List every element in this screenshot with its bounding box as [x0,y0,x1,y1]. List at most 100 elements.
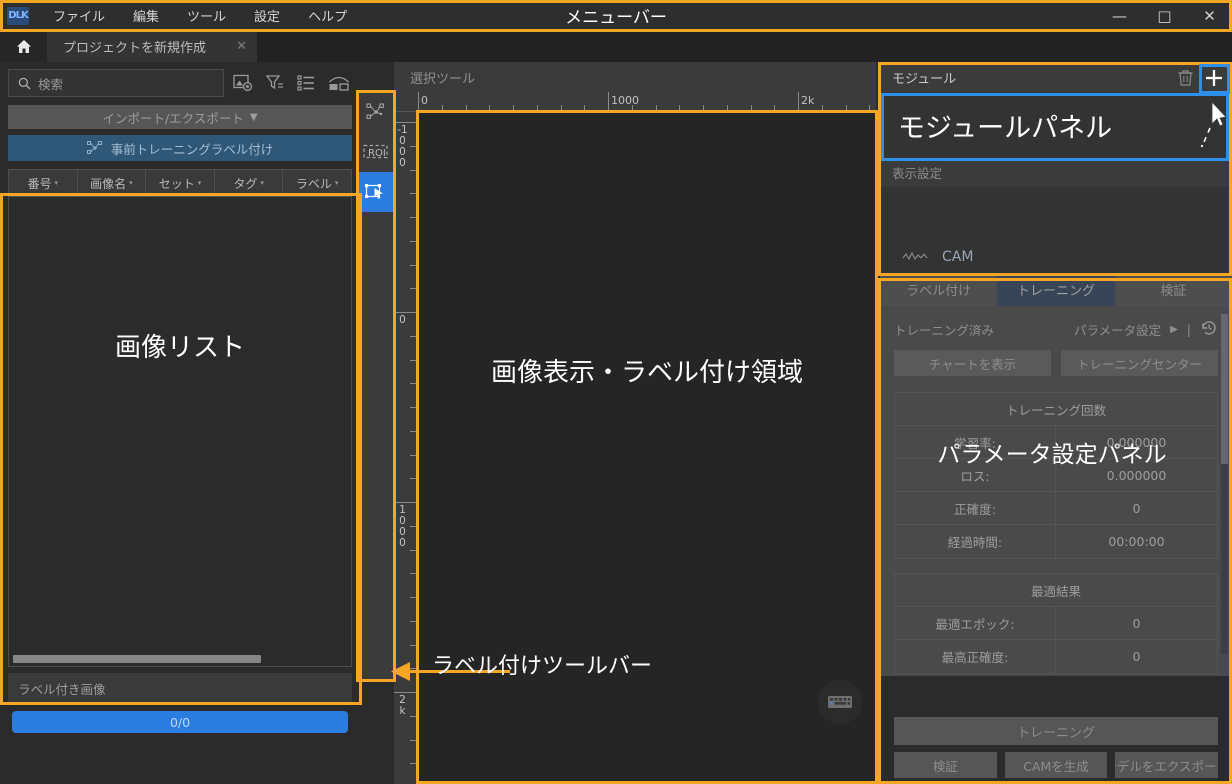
svg-text:ROI: ROI [368,148,386,159]
training-center-button[interactable]: トレーニングセンター [1061,350,1218,376]
trash-icon[interactable] [1172,65,1198,91]
ruler-tick-minor [584,105,585,111]
callout-arrow-icon [390,660,416,684]
layout-icon[interactable] [326,70,352,96]
image-settings-icon[interactable] [230,70,256,96]
menu-item-edit[interactable]: 編集 [119,2,173,29]
column-header-number[interactable]: 番号 ▾ [9,170,78,196]
image-list-hscrollbar[interactable] [9,655,351,663]
ruler-tick-minor [410,455,417,456]
home-icon [16,39,32,54]
import-export-label: インポート/エクスポート [102,108,243,127]
display-item-cam-label: CAM [942,249,973,265]
scrollbar-thumb[interactable] [13,655,261,663]
import-export-dropdown[interactable]: インポート/エクスポート ▼ [8,105,352,129]
train-button[interactable]: トレーニング [894,717,1218,745]
ruler-tick-minor [410,383,417,384]
sort-caret-icon: ▾ [129,179,133,187]
menu-item-settings[interactable]: 設定 [240,2,294,29]
tab-new-project[interactable]: プロジェクトを新規作成 ✕ [47,31,257,62]
training-action-buttons: チャートを表示 トレーニングセンター [894,350,1218,376]
menu-item-tools[interactable]: ツール [173,2,240,29]
right-panel-tabs: ラベル付け トレーニング 検証 [880,273,1232,306]
param-value: 0.000000 [1056,426,1217,458]
column-header-image-name[interactable]: 画像名 ▾ [78,170,147,196]
cursor-annotation [1190,98,1230,158]
column-label: タグ [233,175,257,192]
ruler-tick-minor [410,573,417,574]
column-header-label[interactable]: ラベル ▾ [283,170,351,196]
list-icon[interactable] [294,70,320,96]
maximize-button[interactable]: □ [1142,0,1187,31]
search-input[interactable]: 検索 [8,69,224,97]
pretrain-label-button[interactable]: 事前トレーニングラベル付け [8,135,352,161]
app-logo-text: DLK [8,10,27,21]
ruler-tick-minor [410,621,417,622]
history-icon[interactable] [1200,319,1218,340]
param-value: 0 [1056,492,1217,524]
generate-cam-button[interactable]: CAMを生成 [1005,752,1108,778]
sort-caret-icon: ▾ [335,179,339,187]
plus-icon[interactable] [1200,64,1228,92]
ruler-tick-minor [751,105,752,111]
tool-polygon[interactable] [358,92,394,132]
horizontal-ruler: 010002k [394,92,876,112]
ruler-tick-minor [561,105,562,111]
tab-close-icon[interactable]: ✕ [236,39,247,54]
keyboard-shortcuts-button[interactable] [818,680,862,724]
tab-labeling[interactable]: ラベル付け [880,273,997,306]
column-header-set[interactable]: セット ▾ [146,170,215,196]
module-header-actions [1172,64,1228,92]
param-settings-group: パラメータ設定 ▶ | [1074,319,1218,340]
sort-caret-icon: ▾ [198,179,202,187]
training-panel-scrollbar[interactable] [1221,314,1228,654]
training-bottom-buttons: トレーニング 検証 CAMを生成 モデルをエクスポート [880,717,1232,778]
minimize-button[interactable]: — [1097,0,1142,31]
image-canvas[interactable]: 画像表示・ラベル付け領域 [418,112,876,784]
image-list-body[interactable]: 画像リスト [8,197,352,667]
ruler-tick-minor [410,478,417,479]
progress-wrapper: 0/0 [8,711,352,735]
filter-icon[interactable] [262,70,288,96]
polygon-tool-icon [366,103,386,121]
tab-training[interactable]: トレーニング [997,273,1114,306]
progress-text: 0/0 [170,715,190,730]
tool-select[interactable] [358,172,394,212]
column-label: セット [159,175,195,192]
menu-item-file[interactable]: ファイル [39,2,119,29]
ruler-tick-minor [727,105,728,111]
divider: | [1187,322,1191,337]
close-button[interactable]: ✕ [1187,0,1232,31]
tab-validation[interactable]: 検証 [1115,273,1232,306]
verify-button[interactable]: 検証 [894,752,997,778]
display-item-cam[interactable]: CAM [902,249,973,265]
show-chart-button[interactable]: チャートを表示 [894,350,1051,376]
scrollbar-thumb[interactable] [1221,314,1228,464]
ruler-tick [608,92,609,111]
param-key: 正確度: [895,492,1056,524]
ruler-tick-minor [703,105,704,111]
best-result-row-epoch: 最適エポック: 0 [895,607,1217,640]
param-settings-link[interactable]: パラメータ設定 [1074,320,1161,339]
ruler-label: -1000 [397,125,408,169]
column-header-tag[interactable]: タグ ▾ [215,170,284,196]
training-status-row: トレーニング済み パラメータ設定 ▶ | [894,316,1218,342]
trained-status-label: トレーニング済み [894,320,994,339]
select-tool-icon [365,183,387,201]
chevron-right-icon[interactable]: ▶ [1170,324,1178,335]
column-label: 番号 [28,175,52,192]
home-tab[interactable] [0,31,47,62]
menu-item-help[interactable]: ヘルプ [294,2,361,29]
right-panel: モジュール [880,62,1232,784]
ruler-tick-minor [410,550,417,551]
ruler-tick-minor [656,105,657,111]
best-result-header: 最適結果 [895,574,1217,607]
param-row-accuracy: 正確度: 0 [895,492,1217,525]
tool-roi[interactable]: ROI [358,132,394,172]
module-panel-body[interactable]: モジュールパネル [880,93,1232,158]
param-value: 0.000000 [1056,459,1217,491]
ruler-tick [394,122,417,123]
training-panel: トレーニング済み パラメータ設定 ▶ | [880,306,1232,676]
ruler-tick-minor [410,526,417,527]
export-model-button[interactable]: モデルをエクスポート [1115,752,1218,778]
